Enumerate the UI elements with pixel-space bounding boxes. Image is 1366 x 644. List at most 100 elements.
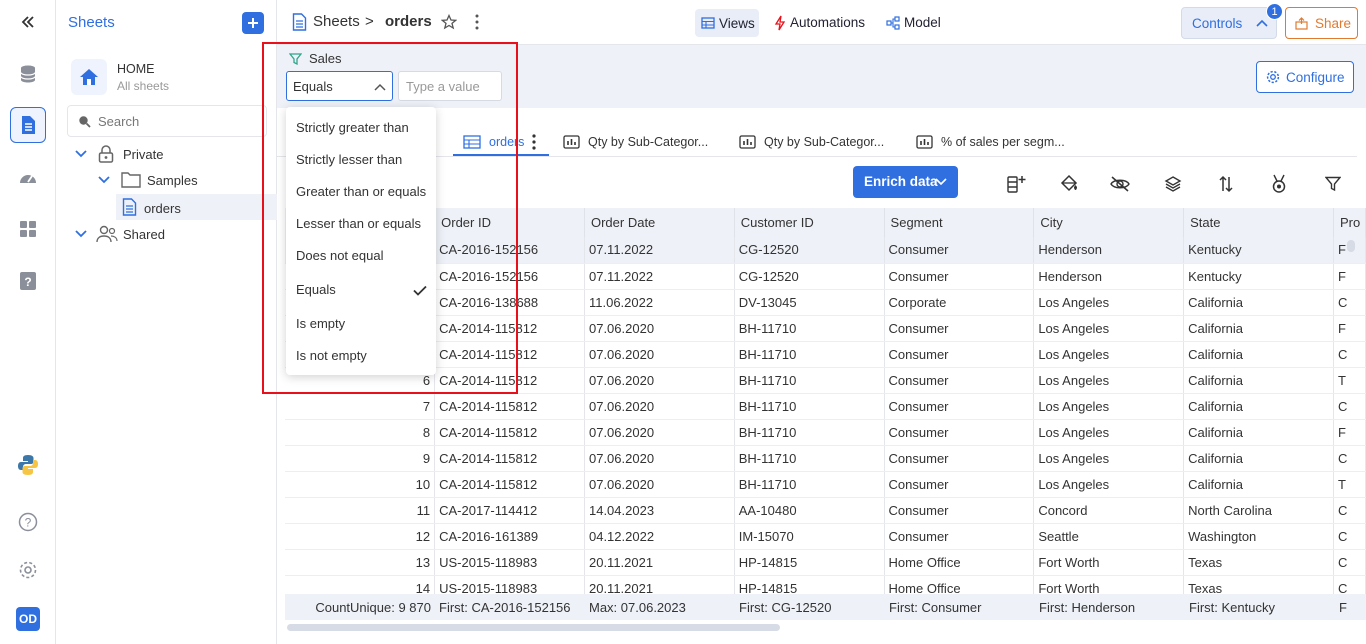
filter-value-input[interactable]: Type a value [398,71,502,101]
table-cell[interactable]: BH-11710 [734,419,885,446]
operator-option[interactable]: Strictly greater than [296,120,409,135]
table-row[interactable]: 8 CA-2014-115812 07.06.2020 BH-11710 Consume… [285,419,1366,446]
operator-option[interactable]: Strictly lesser than [296,152,402,167]
table-cell[interactable]: Corporate [884,289,1035,316]
table-cell[interactable]: F [1333,419,1366,446]
table-cell[interactable]: 07.11.2022 [584,237,735,264]
share-button[interactable]: Share [1285,7,1358,39]
medal-icon[interactable] [1267,172,1291,196]
table-cell[interactable]: BH-11710 [734,315,885,342]
table-cell[interactable]: CA-2014-115812 [434,393,585,420]
column-header[interactable]: Segment [884,208,1035,237]
table-cell[interactable]: Concord [1033,497,1185,524]
help-icon[interactable]: ? [10,504,46,540]
operator-option[interactable]: Does not equal [296,248,383,263]
table-cell[interactable]: California [1183,471,1334,498]
table-cell[interactable]: CG-12520 [734,237,885,264]
table-row[interactable]: 3CA-2016-13868811.06.2022DV-13045Corpora… [285,289,1366,316]
table-cell[interactable]: BH-11710 [734,445,885,472]
operator-option[interactable]: Equals [296,282,336,297]
table-row[interactable]: 12 CA-2016-161389 04.12.2022 IM-15070 Consum… [285,523,1366,550]
home-icon[interactable] [71,59,107,95]
table-cell[interactable]: DV-13045 [734,289,885,316]
table-cell[interactable]: CA-2014-115812 [434,367,585,394]
table-cell[interactable]: Los Angeles [1033,341,1185,368]
table-cell[interactable]: CG-12520 [734,263,885,290]
user-avatar[interactable]: OD [16,607,40,631]
table-cell[interactable]: 07.06.2020 [584,445,735,472]
table-row[interactable]: 9 CA-2014-115812 07.06.2020 BH-11710 Consume… [285,445,1366,472]
table-cell[interactable]: California [1183,393,1334,420]
tab-sales-per-segment[interactable]: % of sales per segm... [916,128,1065,156]
table-cell[interactable]: 07.06.2020 [584,367,735,394]
table-cell[interactable]: Home Office [884,549,1035,576]
table-cell[interactable]: 07.06.2020 [584,341,735,368]
tab-qty-sub-category-1[interactable]: Qty by Sub-Categor... [563,128,708,156]
table-cell[interactable]: Consumer [884,263,1035,290]
horizontal-scrollbar-thumb[interactable] [287,624,780,631]
table-cell[interactable]: Consumer [884,367,1035,394]
table-cell[interactable]: CA-2016-152156 [434,237,585,264]
table-cell[interactable]: Consumer [884,419,1035,446]
table-cell[interactable]: Los Angeles [1033,419,1185,446]
table-cell[interactable]: Fort Worth [1033,549,1185,576]
home-title[interactable]: HOME [117,62,155,76]
table-cell[interactable]: Consumer [884,393,1035,420]
table-cell[interactable]: Henderson [1033,263,1185,290]
table-cell[interactable]: AA-10480 [734,497,885,524]
table-cell[interactable]: 07.06.2020 [584,419,735,446]
collapse-icon[interactable] [10,4,46,40]
table-cell[interactable]: CA-2014-115812 [434,341,585,368]
apps-grid-icon[interactable] [10,211,46,247]
table-row[interactable]: 1CA-2016-15215607.11.2022CG-12520Consume… [285,237,1366,264]
operator-select[interactable]: Equals [286,71,393,101]
table-cell[interactable]: Consumer [884,237,1035,264]
table-cell[interactable]: California [1183,341,1334,368]
table-cell[interactable]: 07.06.2020 [584,315,735,342]
operator-option[interactable]: Greater than or equals [296,184,426,199]
sort-icon[interactable] [1214,172,1238,196]
operator-option[interactable]: Is empty [296,316,345,331]
tab-orders[interactable]: orders [463,128,537,156]
hide-eye-icon[interactable] [1108,172,1132,196]
tree-orders[interactable]: orders [144,201,181,216]
chevron-down-icon[interactable] [98,175,110,185]
layers-icon[interactable] [1161,172,1185,196]
table-cell[interactable]: Consumer [884,471,1035,498]
table-cell[interactable]: T [1333,367,1366,394]
model-button[interactable]: Model [904,15,941,30]
tree-private[interactable]: Private [123,147,163,162]
table-cell[interactable]: Consumer [884,445,1035,472]
table-cell[interactable]: F [1333,315,1366,342]
column-header[interactable]: City [1033,208,1185,237]
table-cell[interactable]: 07.06.2020 [584,393,735,420]
table-cell[interactable]: US-2015-118983 [434,549,585,576]
table-row[interactable]: 6 CA-2014-115812 07.06.2020 BH-11710 Consume… [285,367,1366,394]
table-cell[interactable]: Kentucky [1183,237,1334,264]
table-cell[interactable]: CA-2016-138688 [434,289,585,316]
chevron-down-icon[interactable] [75,149,87,159]
table-cell[interactable]: Washington [1183,523,1334,550]
breadcrumb-root[interactable]: Sheets [313,13,360,30]
table-cell[interactable]: CA-2016-161389 [434,523,585,550]
table-cell[interactable]: Seattle [1033,523,1185,550]
table-row[interactable]: 4CA-2014-11581207.06.2020BH-11710Consume… [285,315,1366,342]
table-cell[interactable]: Los Angeles [1033,471,1185,498]
tree-orders-row[interactable] [116,194,277,220]
table-cell[interactable]: C [1333,549,1366,576]
table-cell[interactable]: CA-2016-152156 [434,263,585,290]
table-cell[interactable]: BH-11710 [734,393,885,420]
tree-samples[interactable]: Samples [147,173,198,188]
star-icon[interactable] [441,14,457,30]
table-cell[interactable]: 07.06.2020 [584,471,735,498]
table-cell[interactable]: California [1183,315,1334,342]
table-cell[interactable]: California [1183,445,1334,472]
table-cell[interactable]: Los Angeles [1033,393,1185,420]
table-cell[interactable]: Los Angeles [1033,315,1185,342]
breadcrumb-current[interactable]: orders [385,13,432,30]
table-cell[interactable]: CA-2014-115812 [434,445,585,472]
table-cell[interactable]: Consumer [884,315,1035,342]
table-cell[interactable]: North Carolina [1183,497,1334,524]
table-cell[interactable]: CA-2017-114412 [434,497,585,524]
column-header[interactable]: Customer ID [734,208,885,237]
